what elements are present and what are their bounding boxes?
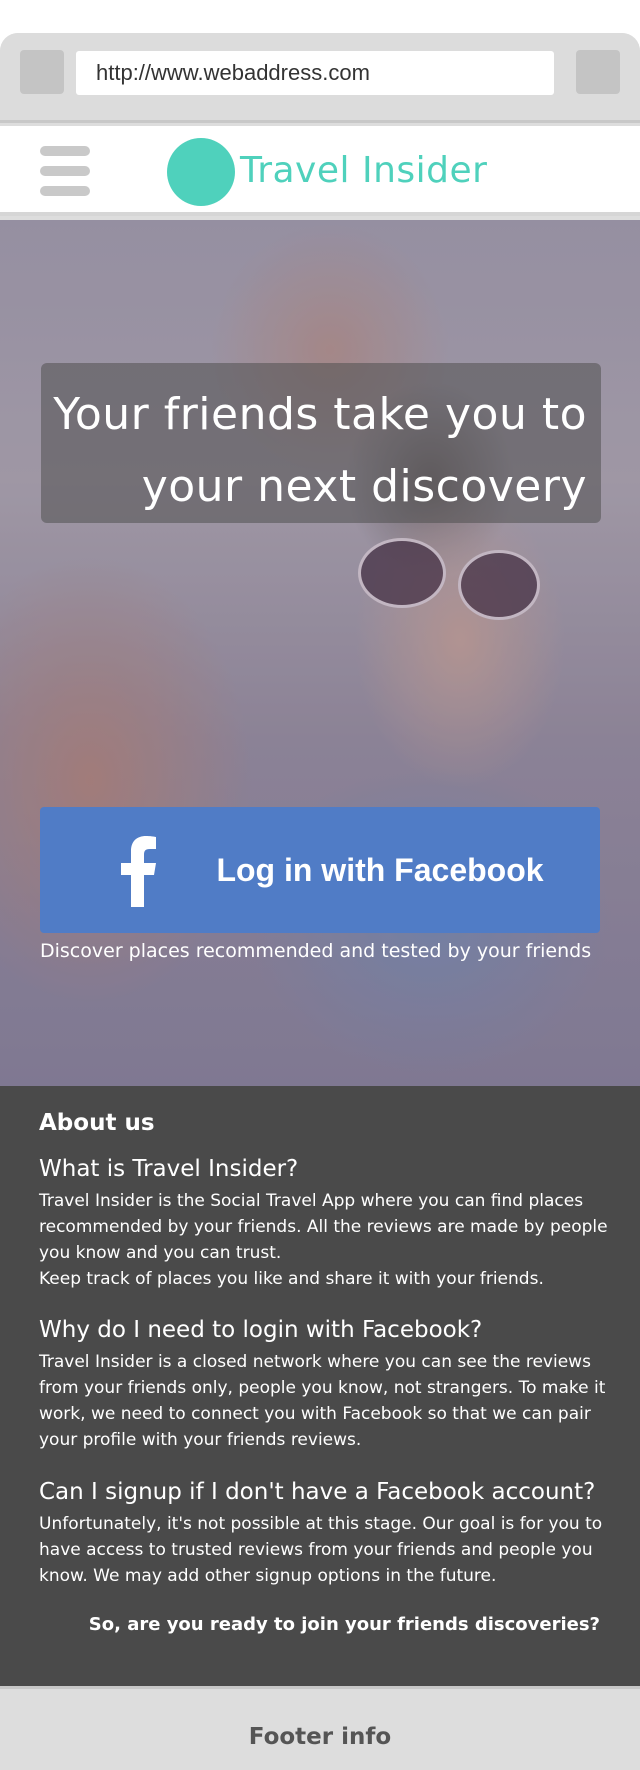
logo-icon bbox=[167, 138, 235, 206]
faq-item: Why do I need to login with Facebook? Tr… bbox=[39, 1315, 609, 1453]
footer: Footer info bbox=[0, 1686, 640, 1770]
headline-line-2: your next discovery bbox=[141, 461, 587, 512]
hero-photo-detail bbox=[458, 550, 540, 620]
facebook-f-icon bbox=[121, 836, 156, 907]
hero-section: Your friends take you to your next disco… bbox=[0, 220, 640, 1086]
faq-answer-line: Keep track of places you like and share … bbox=[39, 1269, 544, 1289]
footer-text: Footer info bbox=[248, 1724, 392, 1750]
facebook-login-label: Log in with Facebook bbox=[216, 852, 544, 888]
faq-answer-line: Unfortunately, it's not possible at this… bbox=[39, 1514, 603, 1586]
join-cta: So, are you ready to join your friends d… bbox=[88, 1614, 600, 1635]
facebook-login-button[interactable]: Log in with Facebook bbox=[40, 807, 600, 933]
app-title: Travel Insider bbox=[240, 150, 488, 191]
headline-line-1: Your friends take you to bbox=[53, 389, 587, 440]
address-bar[interactable]: http://www.webaddress.com bbox=[76, 51, 554, 95]
app-header: Travel Insider bbox=[0, 126, 640, 216]
faq-item: What is Travel Insider? Travel Insider i… bbox=[39, 1154, 609, 1292]
faq-item: Can I signup if I don't have a Facebook … bbox=[39, 1477, 609, 1589]
browser-chrome: http://www.webaddress.com bbox=[0, 33, 640, 123]
hero-photo-detail bbox=[358, 538, 446, 608]
faq-question: What is Travel Insider? bbox=[39, 1156, 299, 1182]
hero-caption: Discover places recommended and tested b… bbox=[40, 940, 592, 962]
faq-question: Can I signup if I don't have a Facebook … bbox=[39, 1479, 596, 1505]
hero-headline: Your friends take you to your next disco… bbox=[41, 363, 601, 523]
about-section: About us What is Travel Insider? Travel … bbox=[0, 1086, 640, 1686]
browser-menu-button[interactable] bbox=[576, 50, 620, 94]
browser-back-button[interactable] bbox=[20, 50, 64, 94]
about-heading: About us bbox=[39, 1110, 155, 1136]
faq-answer: Travel Insider is a closed network where… bbox=[39, 1349, 609, 1453]
faq-answer: Unfortunately, it's not possible at this… bbox=[39, 1511, 609, 1589]
faq-question: Why do I need to login with Facebook? bbox=[39, 1317, 483, 1343]
faq-answer-line: Travel Insider is the Social Travel App … bbox=[39, 1191, 608, 1263]
hamburger-icon[interactable] bbox=[40, 146, 90, 196]
faq-answer-line: Travel Insider is a closed network where… bbox=[39, 1352, 606, 1450]
faq-answer: Travel Insider is the Social Travel App … bbox=[39, 1188, 609, 1292]
